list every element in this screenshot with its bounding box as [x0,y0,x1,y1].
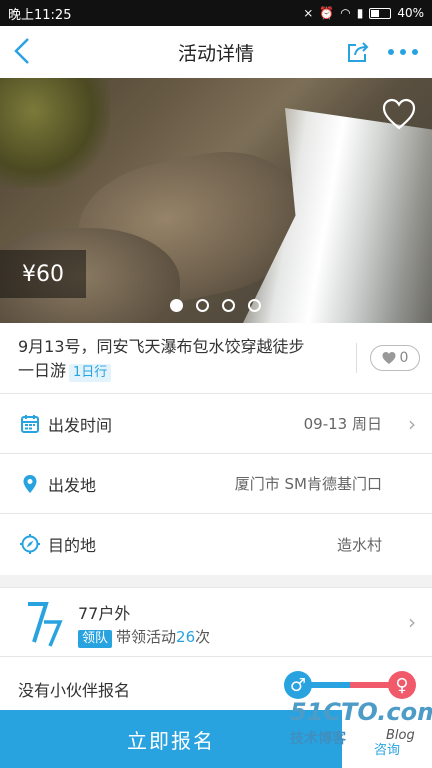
heart-icon [382,98,416,130]
organizer-stats: 领队 带领活动26次 [78,626,210,648]
bottom-action-bar: 立即报名 咨询 [0,710,432,768]
organizer-name: 77户外 [78,604,131,623]
departure-time-value: 09-13 周日 [303,415,382,433]
destination-row: 目的地 造水村 [0,514,432,574]
signup-button[interactable]: 立即报名 [0,710,342,768]
battery-icon [369,7,392,19]
share-button[interactable] [346,40,370,64]
chevron-right-icon: › [408,411,416,436]
departure-place-row: 出发地 厦门市 SM肯德基门口 [0,454,432,514]
chevron-right-icon: › [408,610,416,634]
divider [356,343,357,373]
activity-title: 9月13号，同安飞天瀑布包水饺穿越徒步一日游 1日行 [18,337,305,382]
led-count: 26 [176,628,196,646]
status-time: 晚上11:25 [8,7,72,23]
status-bar: 晚上11:25 ⨯ ⏰ ◠ ▮ 40% [0,0,432,26]
organizer-logo [28,602,63,647]
wifi-icon: ◠ [340,6,351,20]
departure-place-label: 出发地 [48,475,97,495]
share-icon [348,42,369,62]
consult-button[interactable]: 咨询 [342,710,432,768]
location-pin-icon [23,474,37,493]
destination-label: 目的地 [48,536,97,555]
mute-icon: ⨯ [303,6,314,20]
alarm-icon: ⏰ [319,6,335,20]
no-participants-text: 没有小伙伴报名 [18,681,131,700]
departure-time-label: 出发时间 [48,415,113,435]
gender-ratio-bar: ♂ ♀ [284,671,416,699]
more-button[interactable] [388,40,418,64]
organizer-card[interactable]: 77户外 领队 带领活动26次 › [0,587,432,657]
signal-icon: ▮ [356,6,364,20]
favorite-button[interactable] [382,98,416,132]
status-icons: ⨯ ⏰ ◠ ▮ 40% [303,6,424,20]
like-count: 0 [399,350,409,366]
calendar-icon [21,414,39,433]
activity-title-card: 9月13号，同安飞天瀑布包水饺穿越徒步一日游 1日行 [0,323,432,393]
male-icon: ♂ [284,671,312,699]
departure-place-value: 厦门市 SM肯德基门口 [234,475,382,493]
destination-value: 造水村 [336,535,382,554]
day-badge: 1日行 [69,364,112,382]
price-tag: ¥60 [0,250,86,298]
more-icon [388,49,394,55]
back-button[interactable] [12,36,40,68]
female-icon: ♀ [388,671,416,699]
nav-bar: 活动详情 [0,26,432,78]
carousel-dot[interactable] [222,299,235,312]
info-list: 出发时间 09-13 周日 › 出发地 厦门市 SM肯德基门口 目的地 造水村 [0,393,432,575]
consult-label: 咨询 [373,742,400,758]
leader-badge: 领队 [78,630,113,648]
carousel-indicator [170,299,261,312]
compass-icon [20,534,40,554]
carousel-dot[interactable] [196,299,209,312]
page-title: 活动详情 [177,42,254,65]
heart-icon [382,352,396,364]
like-button[interactable]: 0 [370,345,420,371]
battery-percent: 40% [397,6,424,20]
carousel-dot[interactable] [170,299,183,312]
departure-time-row[interactable]: 出发时间 09-13 周日 › [0,394,432,454]
chevron-left-icon [14,38,29,64]
carousel-dot[interactable] [248,299,261,312]
